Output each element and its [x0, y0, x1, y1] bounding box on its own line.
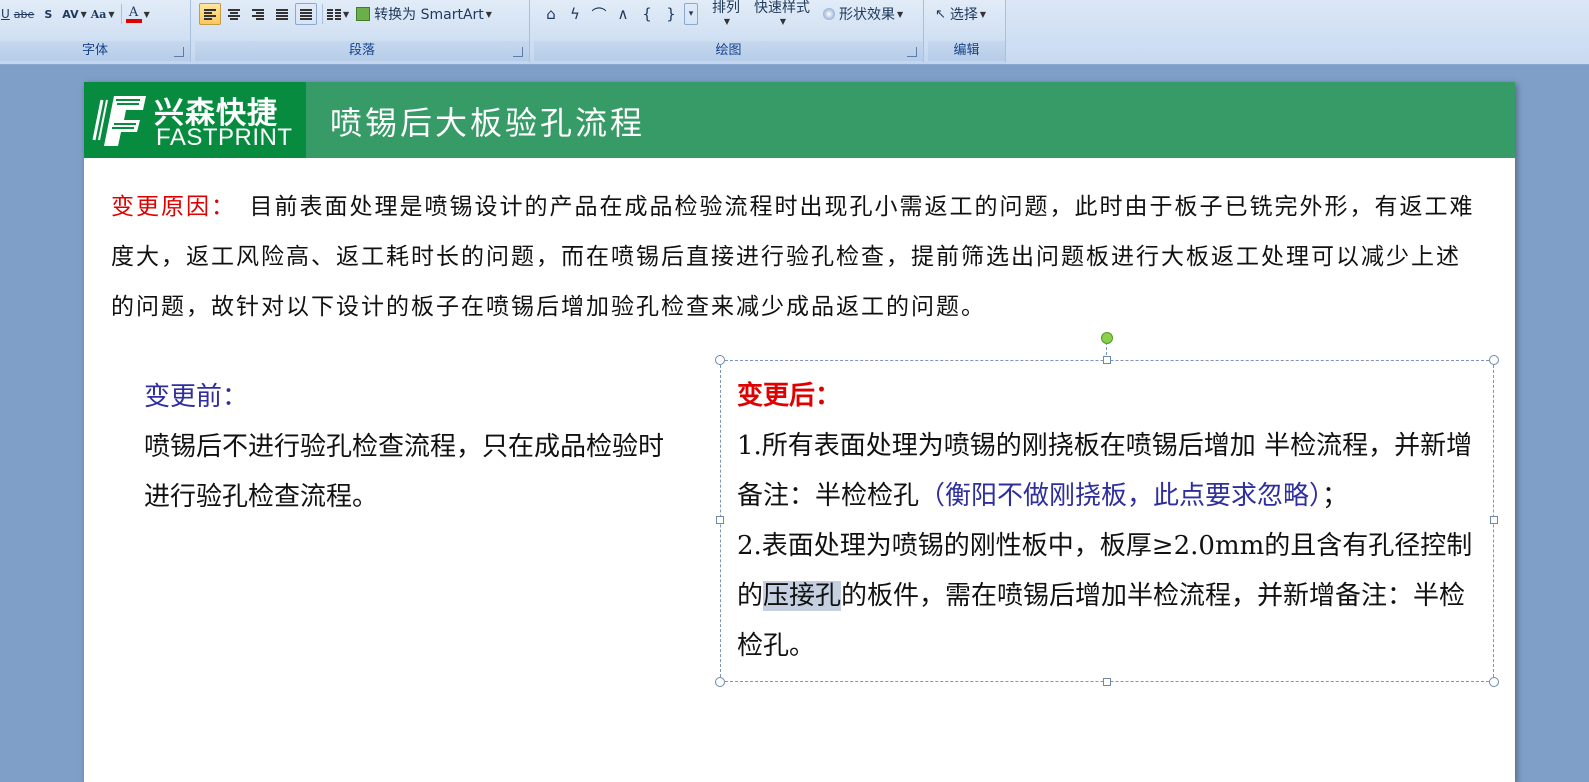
after-change-item-1: 1.所有表面处理为喷锡的刚挠板在喷锡后增加 半检流程，并新增备注：半检检孔（衡阳… — [737, 421, 1487, 521]
align-left-button[interactable] — [199, 3, 221, 25]
convert-smartart-button[interactable]: 转换为 SmartArt ▼ — [352, 3, 496, 25]
before-change-label: 变更前： — [144, 382, 249, 412]
selected-text-highlight[interactable]: 压接孔 — [763, 581, 842, 611]
chevron-down-icon: ▼ — [723, 17, 731, 26]
columns-icon — [327, 8, 341, 20]
editing-group-label: 编辑 — [928, 41, 1005, 61]
left-brace-shape-icon[interactable]: { — [636, 3, 658, 25]
distributed-button[interactable] — [295, 3, 317, 25]
rotation-handle[interactable] — [1101, 332, 1113, 344]
quick-styles-label: 快速样式 — [754, 0, 810, 16]
drawing-group: ⌂ ϟ ⌒ ∧ { } ▾ 排列 ▼ 快速样式 ▼ 形状效果 ▼ 绘图 — [534, 0, 924, 62]
chevron-down-icon: ▼ — [143, 9, 150, 19]
chevron-down-icon: ▼ — [343, 9, 350, 19]
divider — [120, 4, 122, 24]
change-reason-label: 变更原因： — [111, 194, 225, 220]
align-center-button[interactable] — [223, 3, 245, 25]
cursor-arrow-icon: ↖ — [935, 6, 946, 22]
shapes-more-button[interactable]: ▾ — [684, 3, 698, 25]
dialog-launcher-icon[interactable] — [907, 47, 917, 57]
freeform-shape-icon[interactable]: ⌂ — [540, 3, 562, 25]
dialog-launcher-icon[interactable] — [174, 47, 184, 57]
arrange-button[interactable]: 排列 ▼ — [712, 0, 740, 26]
ribbon-empty-area — [1006, 0, 1589, 64]
font-color-swatch — [125, 18, 142, 23]
change-reason-text: 目前表面处理是喷锡设计的产品在成品检验流程时出现孔小需返工的问题，此时由于板子已… — [111, 194, 1475, 320]
ribbon: U abe S AV ▼ Aa ▼ A ▼ 字体 ▼ 转换为 SmartArt … — [0, 0, 1589, 65]
arrange-label: 排列 — [712, 0, 740, 16]
slide-title[interactable]: 喷锡后大板验孔流程 — [330, 98, 645, 144]
resize-handle-bottom[interactable] — [1103, 678, 1111, 686]
curve-shape-icon[interactable]: ∧ — [612, 3, 634, 25]
slide-canvas[interactable]: 兴森快捷 FASTPRINT 喷锡后大板验孔流程 变更原因： 目前表面处理是喷锡… — [84, 82, 1515, 782]
after-change-label: 变更后： — [737, 381, 842, 411]
paragraph-group: ▼ 转换为 SmartArt ▼ 段落 — [195, 0, 530, 62]
justify-button[interactable] — [271, 3, 293, 25]
before-change-textbox[interactable]: 变更前： 喷锡后不进行验孔检查流程，只在成品检验时进行验孔检查流程。 — [144, 372, 664, 522]
fastprint-logo-icon — [92, 96, 146, 146]
after-change-textbox[interactable]: 变更后： 1.所有表面处理为喷锡的刚挠板在喷锡后增加 半检流程，并新增备注：半检… — [715, 355, 1499, 687]
font-group-label: 字体 — [0, 41, 190, 61]
resize-handle-left[interactable] — [716, 516, 724, 524]
resize-handle-top-right[interactable] — [1489, 355, 1499, 365]
company-logo: 兴森快捷 FASTPRINT — [84, 82, 306, 158]
chevron-down-icon: ▼ — [779, 17, 787, 26]
after-item-1-end: ； — [1322, 481, 1349, 511]
align-left-icon — [204, 8, 216, 20]
font-group: U abe S AV ▼ Aa ▼ A ▼ 字体 — [0, 0, 191, 62]
change-case-label: Aa — [90, 7, 107, 21]
font-color-letter: A — [128, 4, 139, 20]
logo-english-name: FASTPRINT — [156, 124, 293, 151]
before-change-text: 喷锡后不进行验孔检查流程，只在成品检验时进行验孔检查流程。 — [144, 432, 665, 512]
character-spacing-label: AV — [62, 7, 79, 21]
resize-handle-bottom-left[interactable] — [715, 677, 725, 687]
slide-header-banner: 兴森快捷 FASTPRINT 喷锡后大板验孔流程 — [84, 82, 1515, 158]
resize-handle-top[interactable] — [1103, 356, 1111, 364]
smartart-icon — [356, 7, 371, 21]
arc-shape-icon[interactable]: ⌒ — [588, 3, 610, 25]
after-change-content[interactable]: 变更后： 1.所有表面处理为喷锡的刚挠板在喷锡后增加 半检流程，并新增备注：半检… — [737, 371, 1487, 671]
resize-handle-right[interactable] — [1490, 516, 1498, 524]
justify-icon — [276, 8, 288, 20]
quick-styles-button[interactable]: 快速样式 ▼ — [754, 0, 810, 26]
align-center-icon — [228, 8, 240, 20]
after-item-2-end: 的板件，需在喷锡后增加半检流程，并新增备注：半检检孔。 — [737, 581, 1466, 661]
align-right-icon — [252, 8, 264, 20]
after-item-1-note: （衡阳不做刚挠板，此点要求忽略） — [919, 481, 1323, 511]
convert-smartart-label: 转换为 SmartArt — [374, 7, 484, 23]
drawing-group-label: 绘图 — [534, 41, 923, 61]
shape-effects-button[interactable]: 形状效果 ▼ — [822, 3, 904, 25]
underline-button[interactable]: U — [0, 3, 11, 25]
select-button[interactable]: ↖ 选择 ▼ — [934, 3, 987, 25]
columns-button[interactable]: ▼ — [326, 3, 350, 25]
divider — [322, 4, 323, 24]
change-case-button[interactable]: Aa ▼ — [90, 3, 116, 25]
chevron-down-icon: ▼ — [979, 9, 987, 19]
shape-effects-icon — [823, 8, 835, 20]
scribble-shape-icon[interactable]: ϟ — [564, 3, 586, 25]
change-reason-paragraph[interactable]: 变更原因： 目前表面处理是喷锡设计的产品在成品检验流程时出现孔小需返工的问题，此… — [111, 182, 1481, 332]
font-color-icon: A — [125, 4, 142, 23]
chevron-down-icon: ▼ — [80, 9, 87, 19]
paragraph-group-label: 段落 — [195, 41, 529, 61]
chevron-down-icon: ▼ — [108, 9, 115, 19]
distributed-icon — [300, 8, 312, 20]
resize-handle-top-left[interactable] — [715, 355, 725, 365]
editing-group: ↖ 选择 ▼ 编辑 — [928, 0, 1006, 62]
align-right-button[interactable] — [247, 3, 269, 25]
select-label: 选择 — [949, 7, 978, 23]
after-change-item-2: 2.表面处理为喷锡的刚性板中，板厚≥2.0mm的且含有孔径控制的压接孔的板件，需… — [737, 521, 1487, 671]
chevron-down-icon: ▼ — [485, 9, 492, 19]
strikethrough-button[interactable]: abe — [13, 3, 36, 25]
character-spacing-button[interactable]: AV ▼ — [61, 3, 87, 25]
chevron-down-icon: ▼ — [897, 9, 904, 19]
shadow-button[interactable]: S — [37, 3, 59, 25]
shape-effects-label: 形状效果 — [839, 7, 895, 23]
font-color-button[interactable]: A ▼ — [125, 3, 151, 25]
right-brace-shape-icon[interactable]: } — [660, 3, 682, 25]
dialog-launcher-icon[interactable] — [513, 47, 523, 57]
resize-handle-bottom-right[interactable] — [1489, 677, 1499, 687]
